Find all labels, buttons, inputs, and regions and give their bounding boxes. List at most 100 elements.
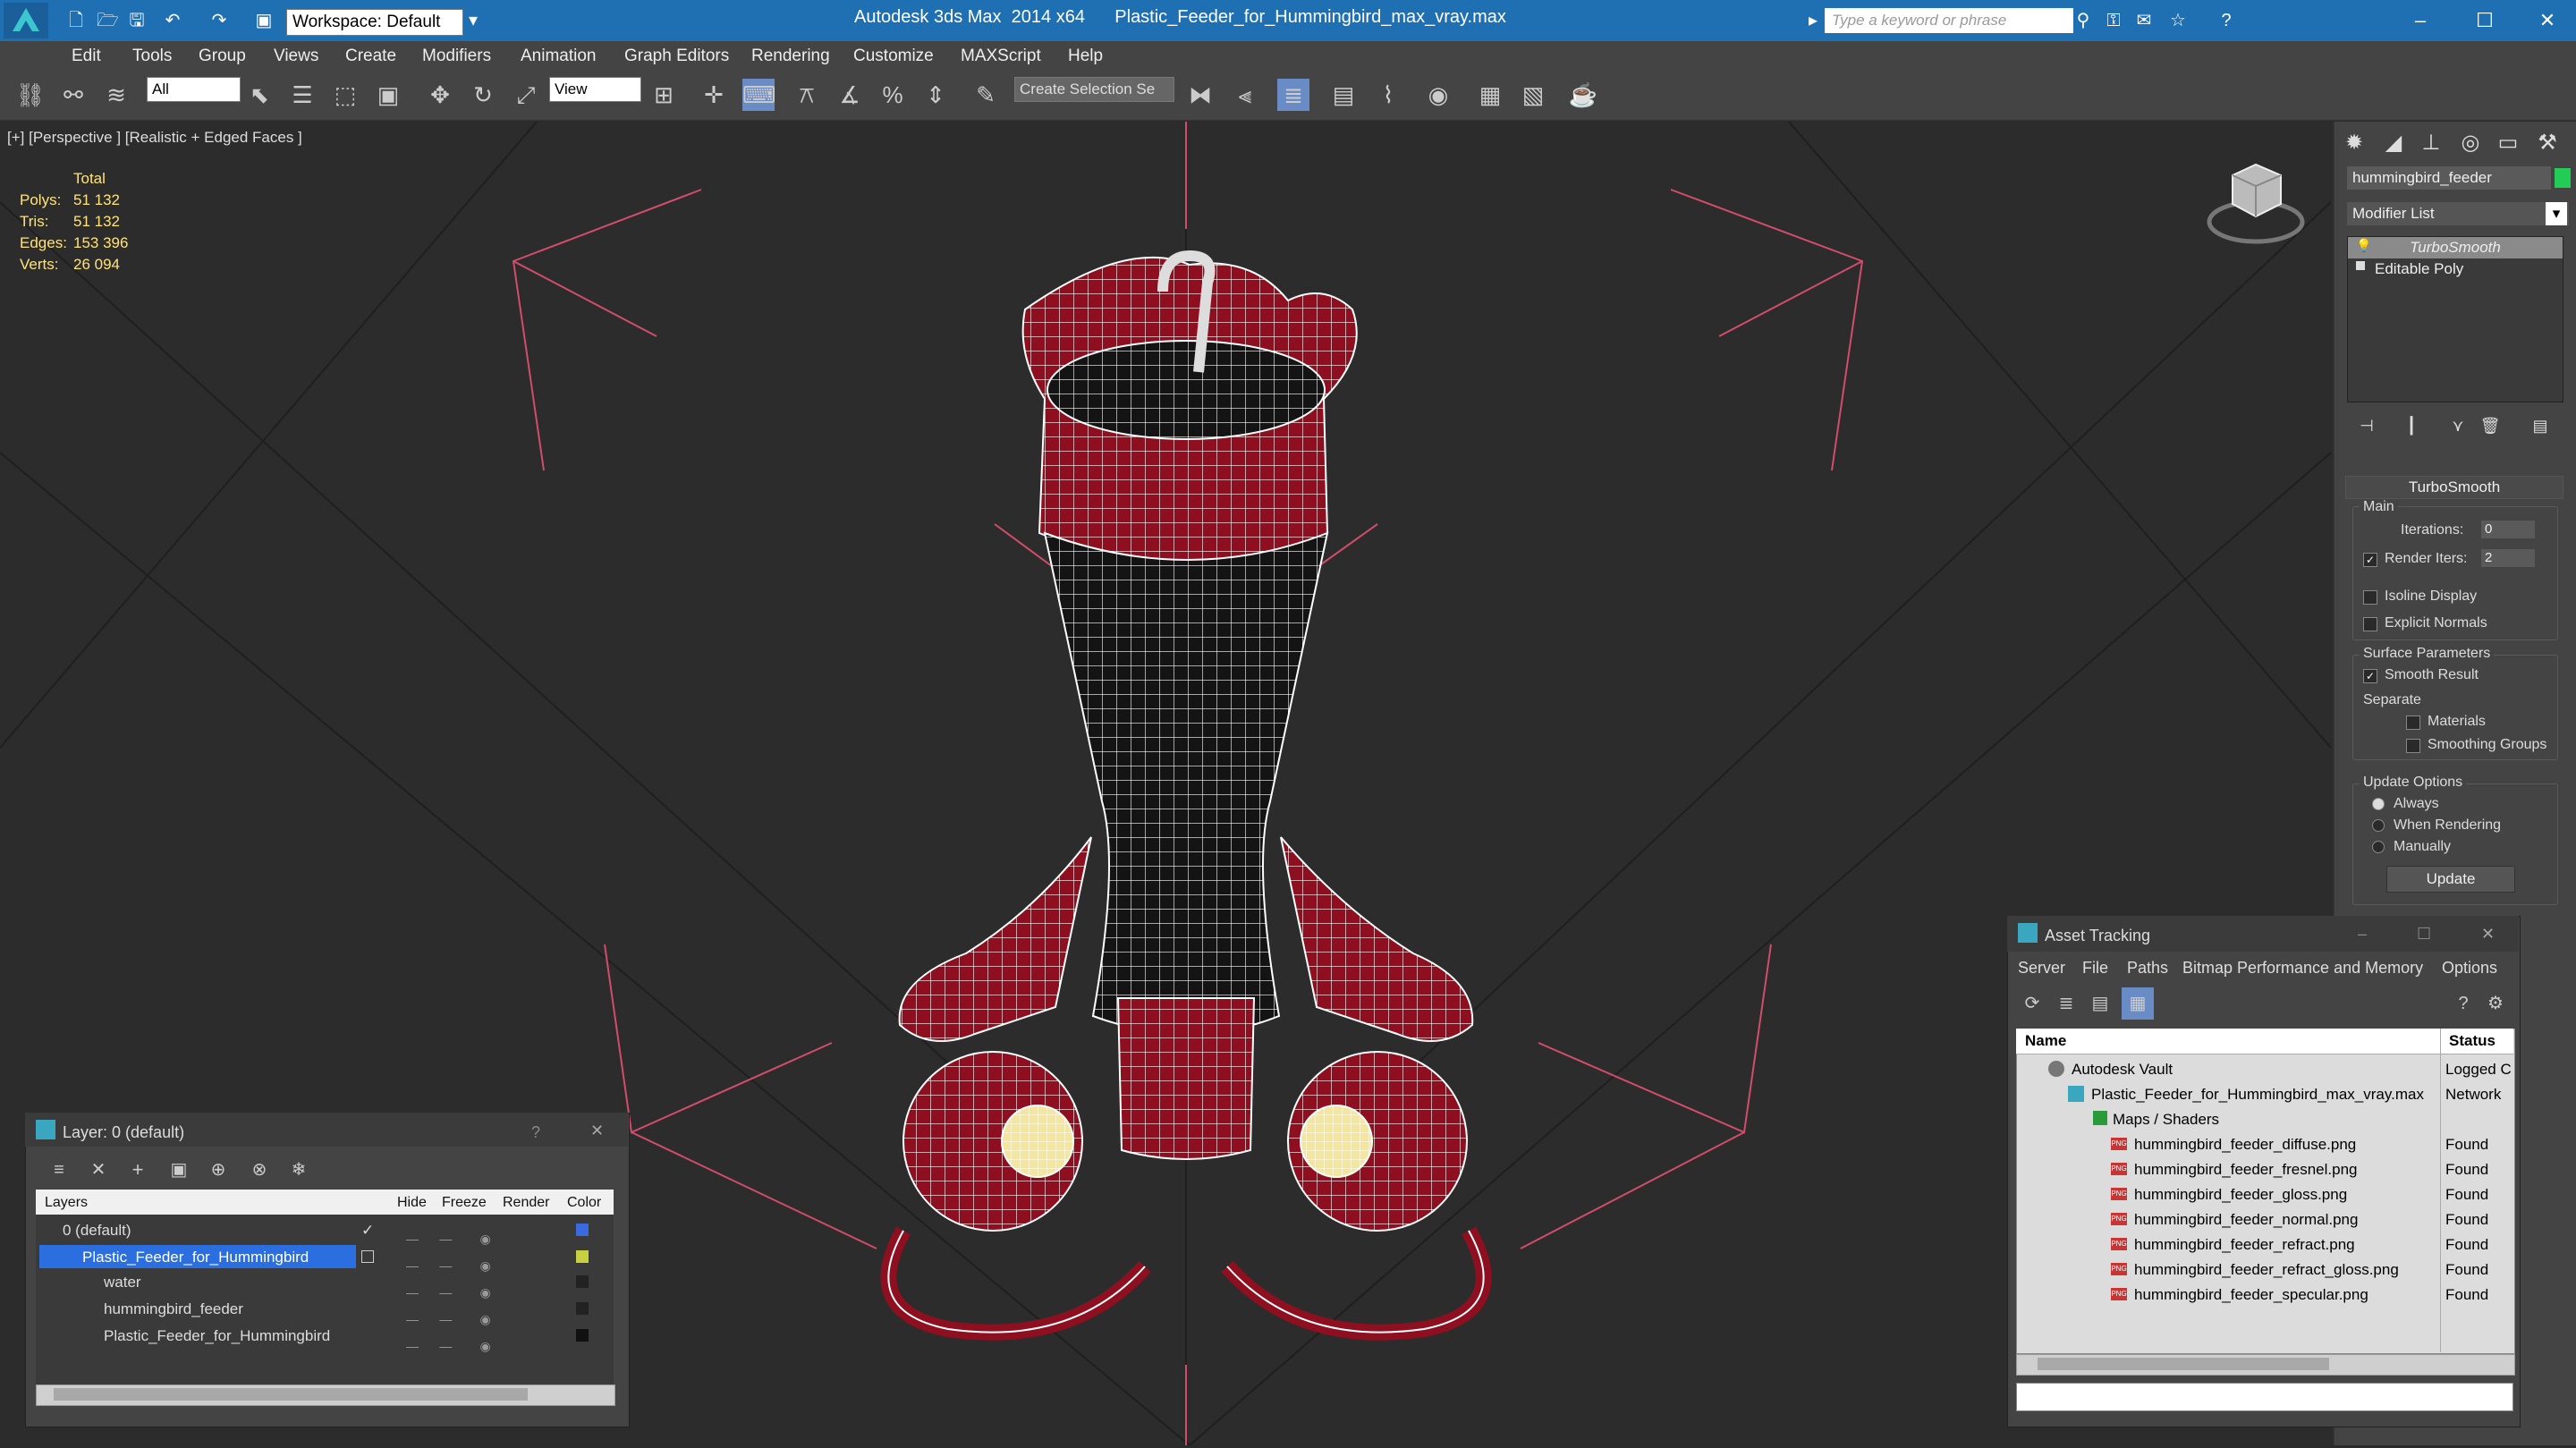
menu-maxscript[interactable]: MAXScript [961, 47, 1041, 66]
make-unique-icon[interactable]: ⋎ [2442, 410, 2474, 442]
favorites-star-icon[interactable]: ☆ [2168, 11, 2188, 30]
turbosmooth-rollout-header[interactable]: TurboSmooth [2345, 476, 2563, 499]
show-end-result-icon[interactable]: ┃ [2395, 410, 2428, 442]
viewport-label[interactable]: [+] [Perspective ] [Realistic + Edged Fa… [7, 129, 302, 147]
named-selection-dropdown[interactable]: Create Selection Se [1014, 77, 1174, 102]
display-tab-icon[interactable]: ▭ [2492, 127, 2524, 159]
asset-row-name[interactable]: hummingbird_feeder_specular.png [2134, 1286, 2368, 1304]
hide-all-layers-icon[interactable]: ⊗ [243, 1154, 275, 1186]
asset-row-name[interactable]: Maps / Shaders [2113, 1111, 2219, 1129]
menu-group[interactable]: Group [199, 47, 246, 66]
asset-menu-file[interactable]: File [2082, 959, 2108, 978]
material-editor-icon[interactable]: ◉ [1422, 79, 1454, 111]
curve-editor-icon[interactable]: ⌇ [1372, 79, 1404, 111]
select-and-link-icon[interactable]: ⛓ [14, 79, 47, 111]
explicit-normals-checkbox[interactable] [2363, 617, 2377, 631]
always-radio[interactable] [2372, 798, 2385, 810]
select-object-icon[interactable]: ⬉ [243, 79, 275, 111]
mirror-icon[interactable]: ⧓ [1184, 79, 1216, 111]
layer-row-name[interactable]: Plastic_Feeder_for_Hummingbird [82, 1249, 309, 1266]
search-expand-icon[interactable]: ▸ [1803, 11, 1823, 30]
spinner-snap-icon[interactable]: ⇕ [919, 79, 952, 111]
asset-row-name[interactable]: hummingbird_feeder_gloss.png [2134, 1186, 2347, 1204]
reference-coord-dropdown[interactable]: View [549, 77, 641, 102]
layer-row-name[interactable]: 0 (default) [63, 1222, 131, 1240]
new-file-icon[interactable]: 🗋 [66, 11, 86, 30]
table-view-icon[interactable]: ▦ [2122, 987, 2154, 1020]
utilities-tab-icon[interactable]: ⚒ [2531, 127, 2563, 159]
highlight-selected-layer-icon[interactable]: ⊕ [202, 1154, 234, 1186]
render-setup-icon[interactable]: ▦ [1474, 79, 1506, 111]
hierarchy-tab-icon[interactable]: ⊥ [2415, 127, 2447, 159]
active-layer-check-icon[interactable]: ✓ [361, 1222, 374, 1240]
app-menu-button[interactable] [4, 3, 48, 38]
scroll-thumb[interactable] [54, 1388, 528, 1401]
motion-tab-icon[interactable]: ◎ [2454, 127, 2487, 159]
layer-row-name[interactable]: Plastic_Feeder_for_Hummingbird [104, 1327, 330, 1345]
configure-sets-icon[interactable]: ▤ [2524, 410, 2556, 442]
rotate-icon[interactable]: ↻ [467, 79, 499, 111]
add-to-layer-icon[interactable]: + [122, 1154, 154, 1186]
help-icon[interactable]: ? [2216, 11, 2236, 30]
search-input[interactable]: Type a keyword or phrase [1825, 8, 2073, 33]
binoculars-icon[interactable]: ⚲ [2073, 11, 2093, 30]
select-manipulate-icon[interactable]: ✛ [698, 79, 730, 111]
menu-tools[interactable]: Tools [132, 47, 172, 66]
help-icon[interactable]: ? [531, 1123, 540, 1142]
close-icon[interactable]: ✕ [590, 1122, 604, 1140]
edit-named-selection-icon[interactable]: ✎ [970, 79, 1002, 111]
scale-icon[interactable]: ⤢ [510, 79, 542, 111]
menu-edit[interactable]: Edit [72, 47, 101, 66]
settings-icon[interactable]: ⚙ [2479, 987, 2512, 1020]
freeze-all-layers-icon[interactable]: ❄ [283, 1154, 315, 1186]
project-folder-icon[interactable]: ▣ [254, 11, 274, 30]
col-color[interactable]: Color [567, 1195, 601, 1211]
minimize-button[interactable]: – [2402, 5, 2438, 36]
asset-row-name[interactable]: Autodesk Vault [2072, 1061, 2173, 1079]
expand-icon[interactable] [2356, 261, 2365, 270]
help-icon[interactable]: ? [2447, 987, 2479, 1020]
graphite-ribbon-icon[interactable]: ▤ [1327, 79, 1360, 111]
minimize-button[interactable]: – [2358, 925, 2367, 944]
viewcube-icon[interactable] [2207, 163, 2305, 244]
list-view-icon[interactable]: ≣ [2050, 987, 2082, 1020]
update-button[interactable]: Update [2386, 866, 2515, 893]
asset-menu-options[interactable]: Options [2442, 959, 2497, 978]
object-color-swatch[interactable] [2555, 168, 2571, 188]
delete-layer-icon[interactable]: ✕ [82, 1154, 114, 1186]
isoline-display-checkbox[interactable] [2363, 590, 2377, 605]
keyboard-shortcut-toggle-icon[interactable]: ⌨ [742, 79, 776, 111]
smoothing-groups-checkbox[interactable] [2406, 739, 2420, 753]
angle-snap-icon[interactable]: ∡ [834, 79, 866, 111]
asset-row-name[interactable]: Plastic_Feeder_for_Hummingbird_max_vray.… [2091, 1086, 2424, 1104]
close-icon[interactable]: ✕ [2481, 925, 2495, 944]
modifier-stack[interactable]: TurboSmooth Editable Poly [2347, 236, 2563, 402]
menu-animation[interactable]: Animation [521, 47, 597, 66]
percent-snap-icon[interactable]: % [877, 79, 909, 111]
create-layer-icon[interactable]: ≡ [43, 1154, 75, 1186]
refresh-icon[interactable]: ⟳ [2016, 987, 2048, 1020]
layer-state-icons[interactable]: — — ◉ — — ◉ — — ◉ — — ◉ — — ◉ [406, 1225, 674, 1353]
scroll-thumb[interactable] [2038, 1358, 2329, 1370]
maximize-button[interactable]: ☐ [2417, 925, 2431, 944]
menu-help[interactable]: Help [1068, 47, 1103, 66]
asset-menu-server[interactable]: Server [2018, 959, 2065, 978]
asset-row-name[interactable]: hummingbird_feeder_diffuse.png [2134, 1136, 2356, 1154]
col-layers[interactable]: Layers [45, 1195, 88, 1211]
close-button[interactable]: ✕ [2529, 5, 2565, 36]
select-by-name-icon[interactable]: ☰ [286, 79, 318, 111]
smooth-result-checkbox[interactable]: ✓ [2363, 669, 2377, 683]
redo-icon[interactable]: ↷ [209, 11, 229, 30]
pin-stack-icon[interactable]: ⊣ [2351, 410, 2383, 442]
open-file-icon[interactable]: 🗁 [97, 11, 119, 30]
chevron-down-icon[interactable]: ▾ [463, 11, 483, 30]
chevron-down-icon[interactable]: ▾ [2546, 202, 2567, 225]
communication-icon[interactable]: ✉ [2134, 11, 2154, 30]
snaps-toggle-icon[interactable]: ⚻ [791, 79, 823, 111]
col-render[interactable]: Render [503, 1195, 549, 1211]
rect-selection-icon[interactable]: ⬚ [329, 79, 361, 111]
asset-path-field[interactable] [2016, 1383, 2513, 1411]
remove-modifier-icon[interactable]: 🗑 [2474, 410, 2506, 442]
render-iters-checkbox[interactable]: ✓ [2363, 553, 2377, 567]
window-crossing-icon[interactable]: ▣ [372, 79, 404, 111]
